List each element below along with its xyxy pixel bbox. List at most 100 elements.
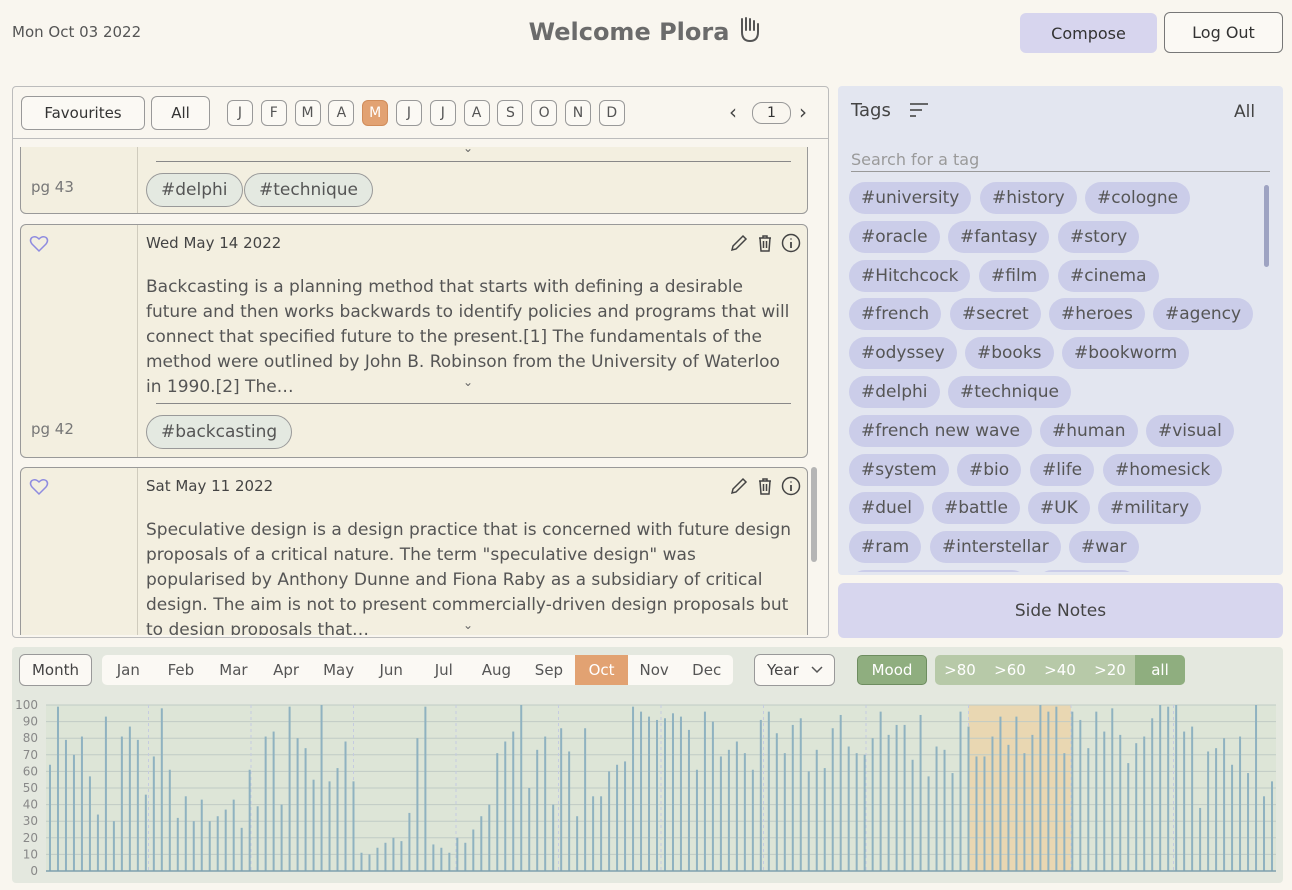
- mood-bar[interactable]: [967, 726, 970, 871]
- favourite-heart-icon[interactable]: [29, 478, 49, 500]
- mood-bar[interactable]: [352, 781, 355, 871]
- mood-bar[interactable]: [304, 748, 307, 871]
- mood-bar[interactable]: [1103, 731, 1106, 871]
- tags-all-button[interactable]: All: [1234, 102, 1255, 122]
- mood-bar[interactable]: [679, 716, 682, 871]
- mood-bar[interactable]: [544, 736, 547, 871]
- month-filter-chip[interactable]: A: [328, 100, 355, 126]
- tag-chip[interactable]: #system: [849, 453, 949, 486]
- mood-bar[interactable]: [751, 769, 754, 871]
- mood-bar[interactable]: [783, 753, 786, 871]
- mood-bar[interactable]: [1183, 731, 1186, 871]
- mood-bar[interactable]: [855, 753, 858, 871]
- mood-bar[interactable]: [1223, 738, 1226, 871]
- mood-bar[interactable]: [256, 806, 259, 871]
- compose-button[interactable]: Compose: [1020, 13, 1157, 53]
- mood-bar[interactable]: [1263, 796, 1266, 871]
- mood-bar[interactable]: [671, 713, 674, 871]
- mood-bar[interactable]: [208, 821, 211, 871]
- mood-button[interactable]: Mood: [857, 655, 927, 685]
- mood-bar[interactable]: [624, 761, 627, 871]
- mood-bar[interactable]: [799, 718, 802, 871]
- mood-bar[interactable]: [1055, 706, 1058, 871]
- tag-chip[interactable]: #life: [1030, 453, 1095, 486]
- tag-chip[interactable]: #UK: [1028, 492, 1090, 525]
- mood-bar[interactable]: [400, 841, 403, 871]
- mood-bar[interactable]: [224, 809, 227, 871]
- mood-bar[interactable]: [96, 814, 99, 871]
- mood-bar[interactable]: [120, 736, 123, 871]
- mood-bar[interactable]: [568, 751, 571, 871]
- mood-bar[interactable]: [999, 716, 1002, 871]
- tag-chip[interactable]: #duel: [849, 492, 924, 525]
- mood-bar[interactable]: [376, 847, 379, 871]
- mood-bar[interactable]: [360, 852, 363, 871]
- mood-bar[interactable]: [112, 821, 115, 871]
- mood-bar[interactable]: [128, 726, 131, 871]
- mood-bar[interactable]: [104, 716, 107, 871]
- mood-bar[interactable]: [176, 817, 179, 871]
- mood-bar[interactable]: [919, 714, 922, 871]
- mood-bar[interactable]: [336, 768, 339, 871]
- tag-chip[interactable]: #oracle: [849, 220, 940, 253]
- mood-bar[interactable]: [296, 738, 299, 871]
- mood-bar[interactable]: [663, 718, 666, 871]
- timeline-month-option[interactable]: Feb: [155, 655, 208, 685]
- month-view-button[interactable]: Month: [19, 654, 92, 686]
- tag-search-input[interactable]: [851, 147, 1270, 172]
- tag-chip[interactable]: #bookworm: [1062, 337, 1190, 370]
- tag-chip[interactable]: #war: [1069, 531, 1139, 564]
- tags-scrollbar[interactable]: [1264, 185, 1269, 267]
- mood-bar[interactable]: [656, 719, 659, 871]
- mood-bar[interactable]: [1047, 711, 1050, 871]
- tag-chip[interactable]: #fantasy: [948, 220, 1050, 253]
- mood-bar[interactable]: [887, 734, 890, 871]
- month-filter-chip[interactable]: S: [497, 100, 524, 126]
- favourite-heart-icon[interactable]: [29, 235, 49, 257]
- entries-scroll[interactable]: pg 43 ⌄ #delphi #technique pg 42 Wed May…: [20, 147, 816, 635]
- mood-bar[interactable]: [831, 728, 834, 871]
- mood-bar[interactable]: [975, 756, 978, 871]
- mood-bar[interactable]: [136, 739, 139, 871]
- mood-bar[interactable]: [1207, 751, 1210, 871]
- mood-bar[interactable]: [1191, 726, 1194, 871]
- mood-bar[interactable]: [1023, 753, 1026, 871]
- tag-chip[interactable]: #bio: [957, 453, 1022, 486]
- mood-bar[interactable]: [648, 716, 651, 871]
- tag-chip[interactable]: #french: [849, 298, 942, 331]
- mood-bar[interactable]: [871, 738, 874, 871]
- mood-bar[interactable]: [552, 804, 555, 871]
- mood-bar[interactable]: [48, 764, 51, 871]
- mood-bar[interactable]: [72, 754, 75, 871]
- mood-bar[interactable]: [1095, 711, 1098, 871]
- all-button[interactable]: All: [151, 96, 210, 130]
- mood-bar[interactable]: [152, 756, 155, 871]
- mood-bar[interactable]: [496, 753, 499, 871]
- mood-bar[interactable]: [959, 711, 962, 871]
- timeline-month-option[interactable]: Dec: [680, 655, 733, 685]
- tag-chip[interactable]: #technique: [948, 376, 1072, 408]
- mood-bar[interactable]: [863, 754, 866, 871]
- mood-bar[interactable]: [440, 847, 443, 871]
- mood-filter-option[interactable]: >40: [1035, 655, 1085, 685]
- mood-bar[interactable]: [1087, 748, 1090, 871]
- mood-bar[interactable]: [847, 746, 850, 872]
- timeline-month-option[interactable]: Nov: [628, 655, 681, 685]
- mood-bar[interactable]: [432, 844, 435, 871]
- tag-chip[interactable]: #books: [965, 337, 1054, 370]
- mood-filter-option[interactable]: >20: [1085, 655, 1135, 685]
- mood-bar[interactable]: [1199, 807, 1202, 871]
- tag-chip[interactable]: #university: [849, 182, 972, 214]
- mood-bar[interactable]: [600, 796, 603, 871]
- timeline-month-option[interactable]: Jun: [365, 655, 418, 685]
- mood-bar[interactable]: [168, 769, 171, 871]
- tag-chip[interactable]: #military: [1098, 492, 1202, 525]
- mood-bar[interactable]: [1247, 773, 1250, 871]
- tag-chip[interactable]: #imaginary friend: [849, 570, 1028, 572]
- mood-bar[interactable]: [991, 736, 994, 871]
- edit-pencil-icon[interactable]: [729, 233, 749, 257]
- month-filter-chip[interactable]: F: [260, 100, 287, 126]
- timeline-month-option[interactable]: May: [312, 655, 365, 685]
- mood-bar[interactable]: [480, 816, 483, 871]
- info-icon[interactable]: [781, 476, 801, 500]
